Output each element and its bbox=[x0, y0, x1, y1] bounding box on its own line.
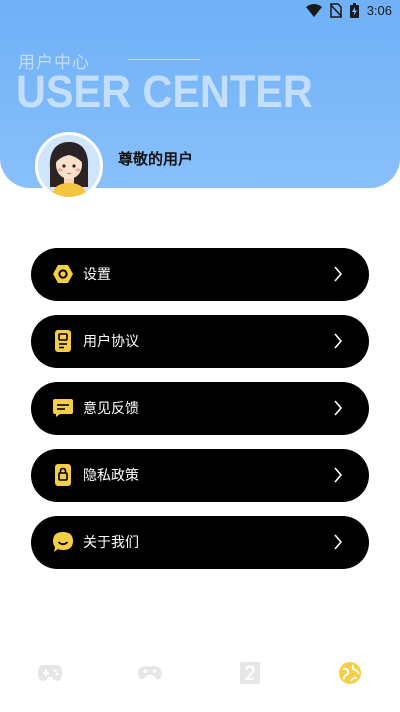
status-bar: 3:06 bbox=[0, 0, 400, 24]
menu-item-label: 意见反馈 bbox=[83, 401, 139, 417]
globe-icon bbox=[339, 662, 361, 684]
status-time: 3:06 bbox=[366, 3, 392, 18]
tab-globe[interactable] bbox=[337, 660, 363, 686]
menu-item-about-us[interactable]: 关于我们 bbox=[31, 516, 369, 569]
settings-icon bbox=[51, 262, 75, 286]
menu-list: 设置 用户协议 意见反馈 隐私政策 关于我们 bbox=[31, 248, 369, 583]
menu-item-user-agreement[interactable]: 用户协议 bbox=[31, 315, 369, 368]
bottom-tab-bar bbox=[0, 650, 400, 695]
chevron-right-icon bbox=[334, 266, 343, 282]
username: 尊敬的用户 bbox=[118, 150, 194, 168]
number-card-icon bbox=[240, 662, 260, 684]
menu-item-label: 隐私政策 bbox=[83, 468, 139, 484]
battery-charging-icon bbox=[349, 3, 359, 18]
menu-item-label: 设置 bbox=[83, 267, 111, 283]
controller-icon bbox=[138, 665, 162, 680]
chevron-right-icon bbox=[334, 534, 343, 550]
chevron-right-icon bbox=[334, 400, 343, 416]
chevron-right-icon bbox=[334, 467, 343, 483]
chevron-right-icon bbox=[334, 333, 343, 349]
avatar[interactable] bbox=[35, 132, 103, 200]
gamepad-icon bbox=[38, 665, 62, 681]
feedback-icon bbox=[51, 396, 75, 420]
privacy-icon bbox=[51, 463, 75, 487]
menu-item-feedback[interactable]: 意见反馈 bbox=[31, 382, 369, 435]
about-icon bbox=[51, 530, 75, 554]
header-title-en: USER CENTER bbox=[16, 66, 313, 117]
menu-item-settings[interactable]: 设置 bbox=[31, 248, 369, 301]
no-sim-icon bbox=[329, 3, 342, 18]
document-icon bbox=[51, 329, 75, 353]
header-divider bbox=[128, 59, 200, 60]
menu-item-label: 用户协议 bbox=[83, 334, 139, 350]
tab-number-card[interactable] bbox=[237, 660, 263, 686]
menu-item-privacy-policy[interactable]: 隐私政策 bbox=[31, 449, 369, 502]
tab-controller[interactable] bbox=[137, 660, 163, 686]
tab-gamepad[interactable] bbox=[37, 660, 63, 686]
wifi-icon bbox=[305, 3, 322, 17]
menu-item-label: 关于我们 bbox=[83, 535, 139, 551]
